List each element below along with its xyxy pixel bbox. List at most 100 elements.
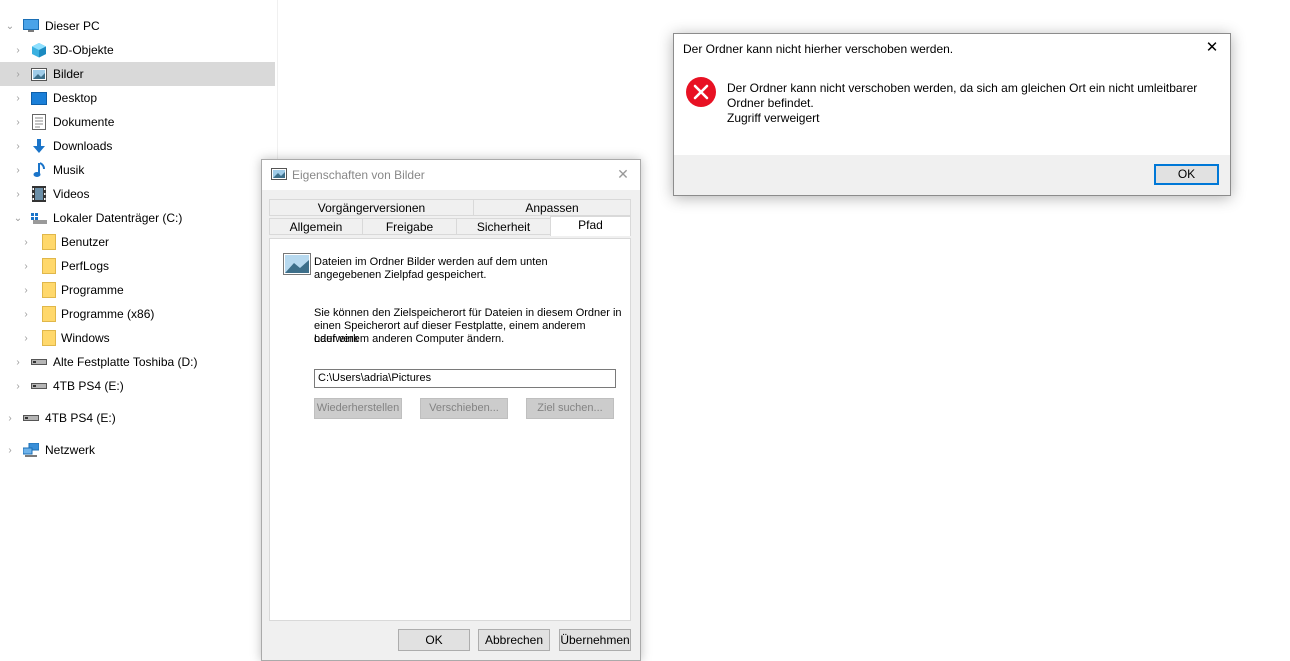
chevron-right-icon[interactable]: ›	[5, 413, 15, 424]
chevron-right-icon[interactable]: ›	[5, 445, 15, 456]
tree-item-label: 4TB PS4 (E:)	[45, 411, 116, 425]
tree-item-drive-d[interactable]: › Alte Festplatte Toshiba (D:)	[0, 350, 275, 374]
tree-item-desktop[interactable]: › Desktop	[0, 86, 275, 110]
properties-titlebar[interactable]: Eigenschaften von Bilder ✕	[262, 160, 640, 190]
tree-item-drive-e-root[interactable]: › 4TB PS4 (E:)	[0, 406, 275, 430]
folder-icon	[41, 330, 57, 346]
drive-icon	[31, 354, 47, 370]
chevron-right-icon[interactable]: ›	[13, 117, 23, 128]
tree-item-label: Desktop	[53, 91, 98, 105]
tree-item-lokaler-datentraeger[interactable]: ⌄ Lokaler Datenträger (C:)	[0, 206, 275, 230]
error-message-line-2: Ordner befindet.	[727, 96, 814, 110]
tree-item-label: Bilder	[53, 67, 84, 81]
error-message-line-3: Zugriff verweigert	[727, 111, 820, 125]
tree-item-benutzer[interactable]: › Benutzer	[0, 230, 275, 254]
properties-title: Eigenschaften von Bilder	[292, 168, 425, 182]
apply-button[interactable]: Übernehmen	[559, 629, 631, 651]
restore-button[interactable]: Wiederherstellen	[314, 398, 402, 419]
tab-pfad[interactable]: Pfad	[550, 216, 631, 236]
document-icon	[31, 114, 47, 130]
chevron-right-icon[interactable]: ›	[13, 357, 23, 368]
tab-sicherheit[interactable]: Sicherheit	[456, 218, 551, 235]
download-icon	[31, 138, 47, 154]
tree-item-windows[interactable]: › Windows	[0, 326, 275, 350]
tree-item-3d-objekte[interactable]: › 3D-Objekte	[0, 38, 275, 62]
network-icon	[23, 442, 39, 458]
description-line-3: oder einem anderen Computer ändern.	[314, 333, 505, 345]
description-line-1: Sie können den Zielspeicherort für Datei…	[314, 307, 622, 319]
chevron-right-icon[interactable]: ›	[21, 333, 31, 344]
tree-item-label: Downloads	[53, 139, 113, 153]
tree-item-label: Dieser PC	[45, 19, 100, 33]
chevron-right-icon[interactable]: ›	[13, 189, 23, 200]
drive-icon	[23, 410, 39, 426]
tree-item-dokumente[interactable]: › Dokumente	[0, 110, 275, 134]
chevron-right-icon[interactable]: ›	[13, 45, 23, 56]
info-text-line-2: angegebenen Zielpfad gespeichert.	[314, 269, 487, 281]
tab-freigabe[interactable]: Freigabe	[362, 218, 457, 235]
desktop-icon	[31, 90, 47, 106]
tree-item-label: Videos	[53, 187, 90, 201]
folder-icon	[41, 282, 57, 298]
folder-icon	[41, 258, 57, 274]
tree-item-label: PerfLogs	[61, 259, 110, 273]
ok-button[interactable]: OK	[398, 629, 470, 651]
pictures-icon	[31, 66, 47, 82]
tree-item-label: Lokaler Datenträger (C:)	[53, 211, 183, 225]
chevron-down-icon[interactable]: ⌄	[13, 213, 23, 224]
tree-item-videos[interactable]: › Videos	[0, 182, 275, 206]
tab-anpassen[interactable]: Anpassen	[473, 199, 631, 216]
error-content-area: Der Ordner kann nicht hierher verschoben…	[674, 34, 1230, 155]
chevron-right-icon[interactable]: ›	[21, 309, 31, 320]
chevron-right-icon[interactable]: ›	[13, 165, 23, 176]
tree-item-label: Benutzer	[61, 235, 110, 249]
tab-allgemein[interactable]: Allgemein	[269, 218, 363, 235]
tab-panel-pfad: Dateien im Ordner Bilder werden auf dem …	[269, 238, 631, 621]
move-button[interactable]: Verschieben...	[420, 398, 508, 419]
tree-item-label: Musik	[53, 163, 85, 177]
cube-icon	[31, 42, 47, 58]
tree-item-bilder[interactable]: › Bilder	[0, 62, 275, 86]
chevron-right-icon[interactable]: ›	[21, 285, 31, 296]
tab-vorgaengerversionen[interactable]: Vorgängerversionen	[269, 199, 474, 216]
chevron-down-icon[interactable]: ⌄	[5, 21, 15, 32]
target-path-input[interactable]: C:\Users\adria\Pictures	[314, 369, 616, 388]
error-icon	[685, 76, 717, 108]
tree-item-netzwerk[interactable]: › Netzwerk	[0, 438, 275, 462]
tree-item-label: Dokumente	[53, 115, 115, 129]
tree-item-programme[interactable]: › Programme	[0, 278, 275, 302]
tree-item-label: Windows	[61, 331, 110, 345]
tree-item-label: Programme	[61, 283, 124, 297]
find-target-button[interactable]: Ziel suchen...	[526, 398, 614, 419]
chevron-right-icon[interactable]: ›	[13, 93, 23, 104]
tree-item-downloads[interactable]: › Downloads	[0, 134, 275, 158]
tree-item-label: Netzwerk	[45, 443, 96, 457]
close-icon[interactable]: ✕	[614, 165, 632, 183]
chevron-right-icon[interactable]: ›	[21, 261, 31, 272]
tree-item-dieser-pc[interactable]: ⌄ Dieser PC	[0, 14, 275, 38]
error-dialog: Der Ordner kann nicht hierher verschoben…	[673, 33, 1231, 196]
folder-icon	[41, 234, 57, 250]
drive-icon	[31, 210, 47, 226]
error-title[interactable]: Der Ordner kann nicht hierher verschoben…	[683, 42, 953, 56]
chevron-right-icon[interactable]: ›	[13, 141, 23, 152]
tree-item-musik[interactable]: › Musik	[0, 158, 275, 182]
pictures-icon	[283, 253, 311, 275]
tree-item-perflogs[interactable]: › PerfLogs	[0, 254, 275, 278]
chevron-right-icon[interactable]: ›	[13, 69, 23, 80]
tree-item-programme-x86[interactable]: › Programme (x86)	[0, 302, 275, 326]
tree-item-label: Programme (x86)	[61, 307, 155, 321]
close-icon[interactable]: ✕	[1203, 39, 1221, 57]
pictures-icon	[271, 168, 287, 180]
chevron-right-icon[interactable]: ›	[21, 237, 31, 248]
tree-item-label: Alte Festplatte Toshiba (D:)	[53, 355, 198, 369]
chevron-right-icon[interactable]: ›	[13, 381, 23, 392]
error-message: Der Ordner kann nicht verschoben werden,…	[727, 81, 1207, 126]
music-icon	[31, 162, 47, 178]
tree-item-label: 4TB PS4 (E:)	[53, 379, 124, 393]
video-icon	[31, 186, 47, 202]
tree-item-drive-e[interactable]: › 4TB PS4 (E:)	[0, 374, 275, 398]
cancel-button[interactable]: Abbrechen	[478, 629, 550, 651]
tree-item-label: 3D-Objekte	[53, 43, 114, 57]
error-ok-button[interactable]: OK	[1154, 164, 1219, 185]
